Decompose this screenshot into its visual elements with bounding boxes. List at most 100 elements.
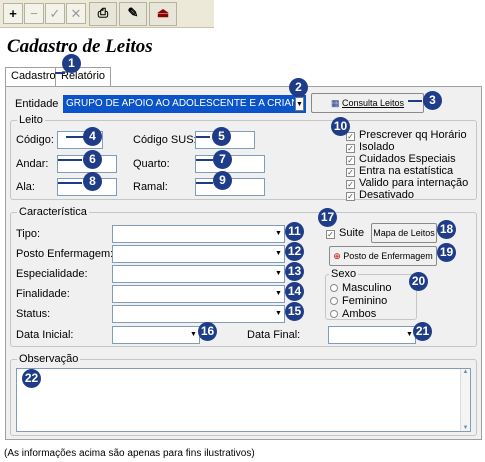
observacao-group: Observação ▲ ▼ [10,353,477,436]
check-estatistica-label: Entra na estatística [359,165,454,177]
entidade-select[interactable]: GRUPO DE APOIO AO ADOLESCENTE E A CRIAN … [63,95,306,113]
radio-masculino[interactable]: Masculino [330,282,392,294]
footer-note: (As informações acima são apenas para fi… [4,448,255,459]
connector [408,100,422,102]
badge-17: 17 [318,208,337,227]
check-valido-label: Valido para internação [359,177,469,189]
exit-icon[interactable]: ⏏ [149,2,177,26]
check-prescrever[interactable]: ✓ Prescrever qq Horário [346,129,467,141]
x-icon[interactable]: ✕ [66,3,86,24]
plus-icon[interactable]: + [3,3,23,24]
posto-enfermagem-label: Posto de Enfermagem [343,251,433,261]
observacao-title: Observação [17,353,81,365]
quarto-label: Quarto: [133,158,170,170]
finalidade-select[interactable]: ▼ [112,285,285,303]
radio-feminino[interactable]: Feminino [330,295,387,307]
radio-ambos-label: Ambos [342,308,377,320]
tipo-label: Tipo: [16,228,41,240]
checkbox-icon: ✓ [326,230,335,239]
connector [66,136,84,138]
radio-icon [330,284,338,292]
check-isolado-label: Isolado [359,141,395,153]
badge-8: 8 [83,172,102,191]
entidade-label: Entidade [15,98,59,110]
badge-3: 3 [423,91,442,110]
finalidade-label: Finalidade: [16,288,70,300]
printer-icon[interactable]: ⎙ [89,2,117,26]
chevron-down-icon[interactable]: ▼ [274,307,283,321]
codigo-sus-label: Código SUS: [133,134,197,146]
badge-18: 18 [437,220,456,239]
badge-19: 19 [437,243,456,262]
badge-11: 11 [285,222,304,241]
check-cuidados[interactable]: ✓ Cuidados Especiais [346,153,456,165]
checkbox-icon: ✓ [346,132,355,141]
codigo-label: Código: [16,134,54,146]
status-select[interactable]: ▼ [112,305,285,323]
check-valido[interactable]: ✓ Valido para internação [346,177,468,189]
edit-icon[interactable]: ✎ [119,2,147,26]
chevron-down-icon[interactable]: ▼ [274,227,283,241]
posto-enfermagem-button[interactable]: ⊕ Posto de Enfermagem [329,246,437,266]
tipo-select[interactable]: ▼ [112,225,285,243]
data-inicial-label: Data Inicial: [16,329,74,341]
connector [196,136,210,138]
badge-6: 6 [83,150,102,169]
chevron-down-icon[interactable]: ▼ [274,287,283,301]
checkbox-icon: ✓ [346,144,355,153]
check-suite-label: Suite [339,227,365,239]
check-desativado[interactable]: ✓ Desativado [346,189,414,201]
tab-cadastro[interactable]: Cadastro [5,67,62,87]
ala-label: Ala: [16,181,35,193]
connector [55,72,65,74]
mapa-leitos-button[interactable]: Mapa de Leitos [371,223,437,243]
connector [58,182,82,184]
badge-7: 7 [213,150,232,169]
radio-feminino-label: Feminino [342,295,388,307]
radio-icon [330,310,338,318]
badge-14: 14 [285,282,304,301]
checkbox-icon: ✓ [346,156,355,165]
caracteristica-group: Característica Tipo: ▼ Posto Enfermagem:… [10,206,477,347]
especialidade-label: Especialidade: [16,268,88,280]
chevron-down-icon[interactable]: ▼ [189,328,198,342]
checkbox-icon: ✓ [346,192,355,201]
observacao-textarea[interactable]: ▲ ▼ [16,368,471,432]
scroll-down-icon[interactable]: ▼ [461,425,470,431]
badge-9: 9 [213,171,232,190]
badge-10: 10 [331,117,350,136]
especialidade-select[interactable]: ▼ [112,265,285,283]
badge-15: 15 [285,302,304,321]
data-inicial-select[interactable]: ▼ [112,326,200,344]
chevron-down-icon[interactable]: ▼ [274,267,283,281]
connector [196,159,213,161]
tab-relatorio[interactable]: Relatório [55,67,112,86]
main-panel: Entidade GRUPO DE APOIO AO ADOLESCENTE E… [5,86,482,440]
chevron-down-icon[interactable]: ▼ [295,97,304,111]
badge-12: 12 [285,242,304,261]
toolbar: + − ✓ ✕ ⎙ ✎ ⏏ [0,0,214,28]
entidade-value: GRUPO DE APOIO AO ADOLESCENTE E A CRIAN [66,98,294,109]
andar-label: Andar: [16,158,49,170]
posto-label: Posto Enfermagem: [16,248,114,260]
check-estatistica[interactable]: ✓ Entra na estatística [346,165,453,177]
badge-2: 2 [289,78,308,97]
badge-4: 4 [83,127,102,146]
check-icon[interactable]: ✓ [45,3,65,24]
check-isolado[interactable]: ✓ Isolado [346,141,394,153]
leito-title: Leito [17,114,45,126]
minus-icon[interactable]: − [24,3,44,24]
badge-1: 1 [62,54,81,73]
radio-masculino-label: Masculino [342,282,392,294]
scrollbar[interactable]: ▲ ▼ [460,369,470,431]
consulta-leitos-button[interactable]: ▦ Consulta Leitos [311,93,424,113]
posto-select[interactable]: ▼ [112,245,285,263]
plus-circle-icon: ⊕ [333,251,341,261]
connector [196,182,213,184]
check-suite[interactable]: ✓ Suite [326,227,364,239]
data-final-select[interactable]: ▼ [328,326,416,344]
data-final-label: Data Final: [247,329,301,341]
radio-ambos[interactable]: Ambos [330,308,376,320]
chevron-down-icon[interactable]: ▼ [274,247,283,261]
badge-13: 13 [285,262,304,281]
